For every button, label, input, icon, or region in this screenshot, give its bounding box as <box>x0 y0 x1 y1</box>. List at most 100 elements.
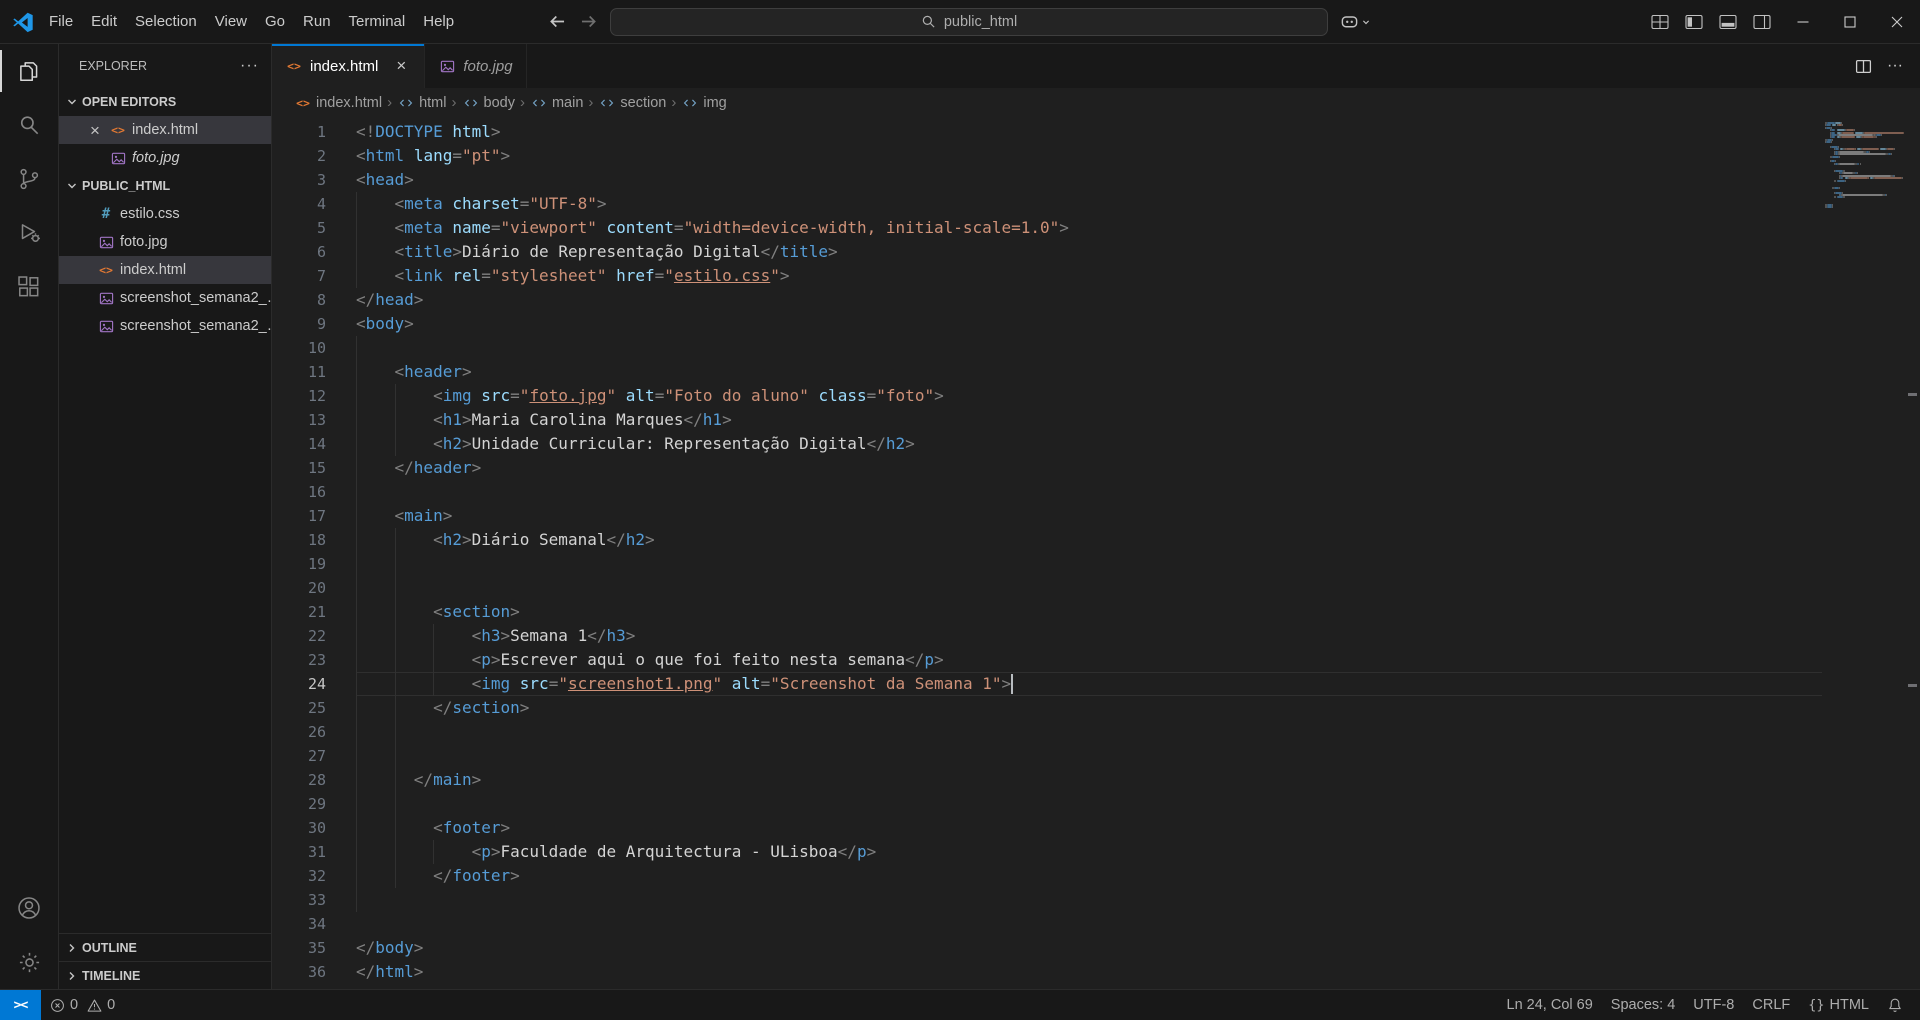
menu-go[interactable]: Go <box>256 0 294 43</box>
code-line-6[interactable]: 6 <title>Diário de Representação Digital… <box>272 240 1822 264</box>
navigate-back-icon[interactable] <box>548 12 567 31</box>
code-line-7[interactable]: 7 <link rel="stylesheet" href="estilo.cs… <box>272 264 1822 288</box>
code-line-23[interactable]: 23 <p>Escrever aqui o que foi feito nest… <box>272 648 1822 672</box>
activity-search-icon[interactable] <box>0 98 58 152</box>
file-foto.jpg[interactable]: foto.jpg <box>59 228 271 256</box>
command-center-search[interactable]: public_html <box>610 8 1328 36</box>
code-line-17[interactable]: 17 <main> <box>272 504 1822 528</box>
open-editor-foto.jpg[interactable]: foto.jpg <box>59 144 271 172</box>
open-editor-index.html[interactable]: ×<>index.html <box>59 116 271 144</box>
navigate-forward-icon[interactable] <box>579 12 598 31</box>
code-line-13[interactable]: 13 <h1>Maria Carolina Marques</h1> <box>272 408 1822 432</box>
code-line-3[interactable]: 3<head> <box>272 168 1822 192</box>
activity-run-debug-icon[interactable] <box>0 206 58 260</box>
code-line-19[interactable]: 19 <box>272 552 1822 576</box>
menu-file[interactable]: File <box>40 0 82 43</box>
breadcrumb-main[interactable]: main <box>530 95 583 111</box>
line-number: 31 <box>272 840 356 864</box>
code-line-35[interactable]: 35</body> <box>272 936 1822 960</box>
editor-more-actions-icon[interactable]: ··· <box>1880 51 1910 81</box>
code-line-9[interactable]: 9<body> <box>272 312 1822 336</box>
breadcrumb-section[interactable]: section <box>598 95 666 111</box>
breadcrumb-html[interactable]: html <box>397 95 446 111</box>
language-mode[interactable]: {} HTML <box>1799 990 1878 1020</box>
breadcrumb-index.html[interactable]: <>index.html <box>294 95 382 111</box>
code-line-5[interactable]: 5 <meta name="viewport" content="width=d… <box>272 216 1822 240</box>
file-index.html[interactable]: <>index.html <box>59 256 271 284</box>
code-editor[interactable]: 1<!DOCTYPE html>2<html lang="pt">3<head>… <box>272 117 1920 989</box>
line-number: 25 <box>272 696 356 720</box>
code-line-4[interactable]: 4 <meta charset="UTF-8"> <box>272 192 1822 216</box>
close-editor-icon[interactable]: × <box>86 122 104 139</box>
breadcrumb-body[interactable]: body <box>462 95 515 111</box>
close-window-button[interactable] <box>1873 0 1920 43</box>
code-line-20[interactable]: 20 <box>272 576 1822 600</box>
activity-explorer-icon[interactable] <box>0 44 58 98</box>
line-number: 18 <box>272 528 356 552</box>
open-editors-header[interactable]: OPEN EDITORS <box>59 88 271 116</box>
code-line-24[interactable]: 24 <img src="screenshot1.png" alt="Scree… <box>272 672 1822 696</box>
breadcrumb-img[interactable]: img <box>681 95 726 111</box>
code-line-26[interactable]: 26 <box>272 720 1822 744</box>
accounts-icon[interactable] <box>0 881 58 935</box>
code-line-11[interactable]: 11 <header> <box>272 360 1822 384</box>
code-line-15[interactable]: 15 </header> <box>272 456 1822 480</box>
menu-selection[interactable]: Selection <box>126 0 206 43</box>
file-estilo.css[interactable]: #estilo.css <box>59 200 271 228</box>
code-line-1[interactable]: 1<!DOCTYPE html> <box>272 120 1822 144</box>
code-line-22[interactable]: 22 <h3>Semana 1</h3> <box>272 624 1822 648</box>
code-line-10[interactable]: 10 <box>272 336 1822 360</box>
menu-terminal[interactable]: Terminal <box>340 0 415 43</box>
code-line-2[interactable]: 2<html lang="pt"> <box>272 144 1822 168</box>
indentation-status[interactable]: Spaces: 4 <box>1602 990 1685 1020</box>
menu-help[interactable]: Help <box>414 0 463 43</box>
menu-view[interactable]: View <box>206 0 256 43</box>
code-line-18[interactable]: 18 <h2>Diário Semanal</h2> <box>272 528 1822 552</box>
problems-status[interactable]: 0 0 <box>41 990 124 1020</box>
code-line-8[interactable]: 8</head> <box>272 288 1822 312</box>
eol-status[interactable]: CRLF <box>1743 990 1799 1020</box>
remote-indicator[interactable]: >< <box>0 990 41 1020</box>
code-line-28[interactable]: 28 </main> <box>272 768 1822 792</box>
activity-extensions-icon[interactable] <box>0 260 58 314</box>
code-line-27[interactable]: 27 <box>272 744 1822 768</box>
code-line-12[interactable]: 12 <img src="foto.jpg" alt="Foto do alun… <box>272 384 1822 408</box>
outline-header[interactable]: OUTLINE <box>59 933 271 961</box>
tab-list: <>index.html×foto.jpg <box>272 44 527 88</box>
tab-index.html[interactable]: <>index.html× <box>272 44 425 88</box>
toggle-panel-icon[interactable] <box>1711 0 1745 43</box>
cursor-position[interactable]: Ln 24, Col 69 <box>1498 990 1602 1020</box>
file-screenshot_semana2_…[interactable]: screenshot_semana2_… <box>59 312 271 340</box>
code-line-36[interactable]: 36</html> <box>272 960 1822 984</box>
code-line-29[interactable]: 29 <box>272 792 1822 816</box>
encoding-status[interactable]: UTF-8 <box>1684 990 1743 1020</box>
minimize-button[interactable] <box>1779 0 1826 43</box>
code-line-31[interactable]: 31 <p>Faculdade de Arquitectura - ULisbo… <box>272 840 1822 864</box>
code-line-33[interactable]: 33 <box>272 888 1822 912</box>
copilot-menu-icon[interactable] <box>1340 12 1372 31</box>
toggle-primary-sidebar-icon[interactable] <box>1677 0 1711 43</box>
timeline-header[interactable]: TIMELINE <box>59 961 271 989</box>
file-screenshot_semana2_…[interactable]: screenshot_semana2_… <box>59 284 271 312</box>
notifications-bell-icon[interactable] <box>1878 990 1912 1020</box>
code-line-16[interactable]: 16 <box>272 480 1822 504</box>
minimap[interactable] <box>1822 117 1906 989</box>
code-line-30[interactable]: 30 <footer> <box>272 816 1822 840</box>
maximize-button[interactable] <box>1826 0 1873 43</box>
customize-layout-icon[interactable] <box>1643 0 1677 43</box>
explorer-more-actions-icon[interactable]: ··· <box>240 57 259 75</box>
activity-source-control-icon[interactable] <box>0 152 58 206</box>
menu-edit[interactable]: Edit <box>82 0 126 43</box>
menu-run[interactable]: Run <box>294 0 340 43</box>
settings-gear-icon[interactable] <box>0 935 58 989</box>
tab-foto.jpg[interactable]: foto.jpg <box>425 44 526 88</box>
code-line-25[interactable]: 25 </section> <box>272 696 1822 720</box>
tab-close-icon[interactable]: × <box>391 56 411 76</box>
code-line-32[interactable]: 32 </footer> <box>272 864 1822 888</box>
toggle-secondary-sidebar-icon[interactable] <box>1745 0 1779 43</box>
folder-header[interactable]: PUBLIC_HTML <box>59 172 271 200</box>
code-line-34[interactable]: 34 <box>272 912 1822 936</box>
code-line-21[interactable]: 21 <section> <box>272 600 1822 624</box>
split-editor-icon[interactable] <box>1848 51 1878 81</box>
code-line-14[interactable]: 14 <h2>Unidade Curricular: Representação… <box>272 432 1822 456</box>
